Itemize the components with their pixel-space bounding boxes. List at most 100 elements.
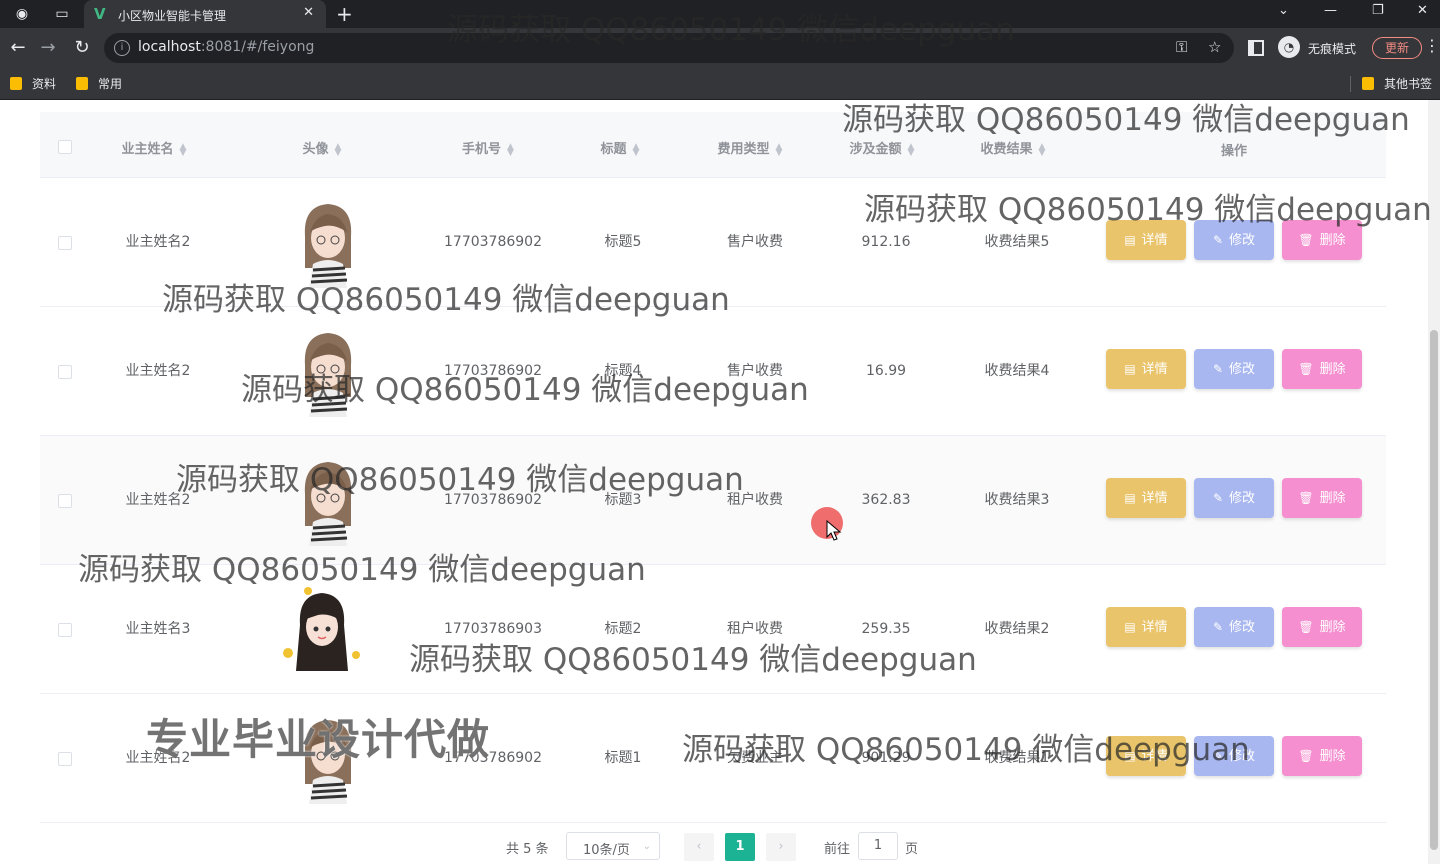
- button-label: 详情: [1141, 362, 1168, 377]
- sort-icon[interactable]: ▲ ▼: [776, 142, 783, 157]
- col-avatar[interactable]: 头像 ▲ ▼: [303, 138, 342, 157]
- phone-cell: 17703786903: [444, 621, 542, 637]
- avatar: [304, 462, 352, 546]
- row-checkbox[interactable]: [58, 365, 72, 379]
- bookmark-folder-other[interactable]: 其他书签: [1362, 75, 1432, 93]
- select-all-checkbox[interactable]: [58, 140, 72, 154]
- owner-name-cell: 业主姓名2: [125, 234, 191, 250]
- side-panel-icon[interactable]: [1248, 40, 1264, 56]
- chevron-down-icon: ⌄: [642, 841, 651, 852]
- col-result[interactable]: 收费结果 ▲ ▼: [981, 138, 1046, 157]
- close-window-icon[interactable]: ✕: [1417, 3, 1428, 18]
- button-label: 修改: [1229, 362, 1256, 377]
- url-path: :8081/#/feiyong: [200, 39, 315, 55]
- bookmark-folder-changyong[interactable]: 常用: [76, 75, 122, 93]
- table-row[interactable]: 业主姓名2 17703786902 标题4 售户收费 16.99 收费结果4 ▤…: [40, 307, 1386, 436]
- col-amount[interactable]: 涉及金额 ▲ ▼: [850, 138, 915, 157]
- pencil-icon: ✎: [1212, 233, 1224, 247]
- delete-button[interactable]: 🗑 删除: [1282, 220, 1362, 260]
- detail-button[interactable]: ▤ 详情: [1106, 220, 1186, 260]
- site-info-icon[interactable]: i: [114, 40, 130, 56]
- phone-cell: 17703786902: [444, 492, 542, 508]
- detail-button[interactable]: ▤ 详情: [1106, 349, 1186, 389]
- back-icon[interactable]: ←: [6, 36, 30, 60]
- sort-icon[interactable]: ▲ ▼: [180, 142, 187, 157]
- title-cell: 标题5: [604, 234, 642, 250]
- detail-button[interactable]: ▤ 详情: [1106, 607, 1186, 647]
- tab-search-icon[interactable]: ▭: [52, 4, 72, 24]
- pencil-icon: ✎: [1212, 362, 1224, 376]
- table-row[interactable]: 业主姓名2 17703786902 标题3 租户收费 362.83 收费结果3 …: [40, 436, 1386, 565]
- delete-button[interactable]: 🗑 删除: [1282, 607, 1362, 647]
- col-fee-type[interactable]: 费用类型 ▲ ▼: [718, 138, 783, 157]
- browser-menu-icon[interactable]: ◉: [12, 4, 32, 24]
- sort-icon[interactable]: ▲ ▼: [908, 142, 915, 157]
- forward-icon[interactable]: →: [36, 36, 60, 60]
- update-button[interactable]: 更新: [1372, 37, 1422, 59]
- trash-icon: 🗑: [1298, 362, 1314, 376]
- detail-button[interactable]: ▤ 详情: [1106, 736, 1186, 776]
- table-row[interactable]: 业主姓名3 17703786903 标题2 租户收费 259.35 收费结果2 …: [40, 565, 1386, 694]
- goto-page-input[interactable]: 1: [858, 832, 898, 860]
- restore-icon[interactable]: ❐: [1372, 3, 1384, 18]
- tab-list-chevron-icon[interactable]: ⌄: [1278, 3, 1289, 18]
- bookmarks-divider: [1350, 76, 1351, 92]
- pagination-total: 共 5 条: [506, 842, 549, 857]
- more-menu-icon[interactable]: ⋮: [1424, 36, 1440, 55]
- page-scrollbar[interactable]: [1428, 100, 1440, 864]
- new-tab-button[interactable]: +: [336, 2, 353, 26]
- pencil-icon: ✎: [1212, 491, 1224, 505]
- bookmark-star-icon[interactable]: ☆: [1208, 38, 1221, 56]
- delete-button[interactable]: 🗑 删除: [1282, 349, 1362, 389]
- avatar: [304, 204, 352, 288]
- button-label: 修改: [1229, 233, 1256, 248]
- row-checkbox[interactable]: [58, 623, 72, 637]
- col-label: 业主姓名: [121, 142, 174, 157]
- edit-button[interactable]: ✎ 修改: [1194, 478, 1274, 518]
- sort-icon[interactable]: ▲ ▼: [1039, 142, 1046, 157]
- sort-icon[interactable]: ▲ ▼: [633, 142, 640, 157]
- col-title[interactable]: 标题 ▲ ▼: [601, 138, 640, 157]
- minimize-icon[interactable]: —: [1324, 3, 1337, 18]
- phone-cell: 17703786902: [444, 234, 542, 250]
- prev-page-button[interactable]: ‹: [684, 833, 714, 861]
- delete-button[interactable]: 🗑 删除: [1282, 478, 1362, 518]
- edit-button[interactable]: ✎ 修改: [1194, 607, 1274, 647]
- key-icon[interactable]: ⚿: [1176, 38, 1187, 56]
- vue-logo-icon: V: [94, 5, 106, 23]
- page-size-select[interactable]: 10条/页 ⌄: [566, 832, 660, 860]
- goto-label: 前往: [824, 842, 851, 857]
- page-number-button[interactable]: 1: [725, 833, 755, 861]
- button-label: 详情: [1141, 491, 1168, 506]
- reload-icon[interactable]: ↻: [70, 36, 94, 60]
- col-label: 收费结果: [980, 142, 1033, 157]
- detail-button[interactable]: ▤ 详情: [1106, 478, 1186, 518]
- url-input[interactable]: i localhost:8081/#/feiyong ⚿ ☆: [104, 33, 1234, 63]
- bookmark-label: 资料: [32, 77, 57, 91]
- sort-icon[interactable]: ▲ ▼: [335, 142, 342, 157]
- bookmark-label: 常用: [98, 77, 123, 91]
- button-label: 修改: [1229, 491, 1256, 506]
- col-owner-name[interactable]: 业主姓名 ▲ ▼: [122, 138, 187, 157]
- amount-cell: 901.29: [861, 750, 911, 766]
- edit-button[interactable]: ✎ 修改: [1194, 349, 1274, 389]
- col-phone[interactable]: 手机号 ▲ ▼: [462, 138, 514, 157]
- sort-icon[interactable]: ▲ ▼: [507, 142, 514, 157]
- tab-close-icon[interactable]: ✕: [303, 5, 314, 20]
- row-checkbox[interactable]: [58, 752, 72, 766]
- edit-button[interactable]: ✎ 修改: [1194, 736, 1274, 776]
- owner-name-cell: 业主姓名3: [125, 621, 191, 637]
- bookmark-folder-ziliao[interactable]: 资料: [10, 75, 56, 93]
- tab-title: 小区物业智能卡管理: [118, 9, 227, 23]
- row-checkbox[interactable]: [58, 236, 72, 250]
- edit-button[interactable]: ✎ 修改: [1194, 220, 1274, 260]
- fee-type-cell: 租户收费: [727, 621, 783, 637]
- row-checkbox[interactable]: [58, 494, 72, 508]
- amount-cell: 362.83: [861, 492, 911, 508]
- browser-tab[interactable]: V 小区物业智能卡管理 ✕: [84, 0, 326, 28]
- scrollbar-thumb[interactable]: [1430, 330, 1438, 850]
- table-row[interactable]: 业主姓名2 17703786902 标题5 售户收费 912.16 收费结果5 …: [40, 178, 1386, 307]
- folder-icon: [10, 77, 22, 90]
- next-page-button[interactable]: ›: [766, 833, 796, 861]
- delete-button[interactable]: 🗑 删除: [1282, 736, 1362, 776]
